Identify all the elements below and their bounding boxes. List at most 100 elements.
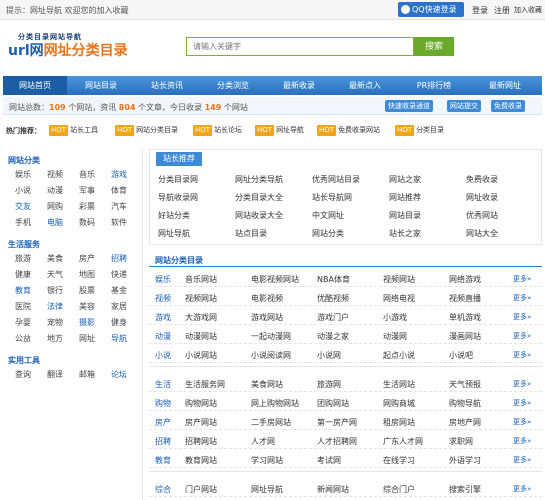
site-link[interactable]: 房产网站: [185, 417, 217, 428]
site-link[interactable]: NBA体育: [317, 274, 350, 285]
nav-latest[interactable]: 最新收录: [267, 76, 331, 95]
category-name[interactable]: 房产: [155, 417, 171, 428]
site-link[interactable]: 网上购物网站: [251, 398, 299, 409]
search-button[interactable]: 搜索: [414, 37, 454, 56]
sidebar-item[interactable]: 交友: [15, 201, 31, 212]
sidebar-item[interactable]: 数码: [79, 217, 95, 228]
site-link[interactable]: 外语学习: [449, 455, 481, 466]
site-link[interactable]: 购物导航: [449, 398, 481, 409]
site-link[interactable]: 网络游戏: [449, 274, 481, 285]
sidebar-item[interactable]: 美容: [79, 301, 95, 312]
site-link[interactable]: 电影视频网站: [251, 274, 299, 285]
hot-chip[interactable]: HOT 站长工具: [49, 125, 98, 136]
site-link[interactable]: 租房网站: [383, 417, 415, 428]
category-name[interactable]: 教育: [155, 455, 171, 466]
site-logo[interactable]: 分类目录网站导航 url网网址分类目录: [8, 32, 148, 60]
site-link[interactable]: 小说阅读网: [251, 350, 291, 361]
site-link[interactable]: 求职网: [449, 436, 473, 447]
recommend-link[interactable]: 站点目录: [235, 228, 267, 239]
sidebar-item[interactable]: 银行: [47, 285, 63, 296]
sidebar-item[interactable]: 地图: [79, 269, 95, 280]
site-link[interactable]: 游戏网站: [251, 312, 283, 323]
category-name[interactable]: 视频: [155, 293, 171, 304]
sidebar-item[interactable]: 法律: [47, 301, 63, 312]
nav-news[interactable]: 站长资讯: [135, 76, 199, 95]
recommend-link[interactable]: 优秀网站: [466, 210, 503, 221]
site-link[interactable]: 搜索引擎: [449, 484, 481, 495]
hot-chip[interactable]: HOT 站长论坛: [193, 125, 242, 136]
more-link[interactable]: 更多»: [513, 331, 531, 341]
more-link[interactable]: 更多»: [513, 350, 531, 360]
site-link[interactable]: 优酷视频: [317, 293, 349, 304]
more-link[interactable]: 更多»: [513, 274, 531, 284]
site-link[interactable]: 大游戏网: [185, 312, 217, 323]
site-link[interactable]: 团购网站: [317, 398, 349, 409]
site-link[interactable]: 购物网站: [185, 398, 217, 409]
free-submit-button[interactable]: 免费收录: [491, 100, 525, 112]
site-link[interactable]: 音乐网站: [185, 274, 217, 285]
site-link[interactable]: 漫画网站: [449, 331, 481, 342]
site-link[interactable]: 起点小说: [383, 350, 415, 361]
site-link[interactable]: 门户网站: [185, 484, 217, 495]
sidebar-item[interactable]: 小说: [15, 185, 31, 196]
category-name[interactable]: 综合: [155, 484, 171, 495]
site-link[interactable]: 电影视频: [251, 293, 283, 304]
qq-login-button[interactable]: QQ快速登录: [398, 2, 464, 17]
nav-pr-rank[interactable]: PR排行榜: [399, 76, 469, 95]
more-link[interactable]: 更多»: [513, 436, 531, 446]
more-link[interactable]: 更多»: [513, 293, 531, 303]
recommend-link[interactable]: 站长导航网: [312, 192, 357, 203]
category-name[interactable]: 动漫: [155, 331, 171, 342]
site-link[interactable]: 天气预报: [449, 379, 481, 390]
recommend-link[interactable]: 中文网址: [312, 210, 349, 221]
sidebar-item[interactable]: 体育: [111, 185, 127, 196]
site-link[interactable]: 动漫之家: [317, 331, 349, 342]
recommend-link[interactable]: 分类目录大全: [235, 192, 283, 203]
category-name[interactable]: 招聘: [155, 436, 171, 447]
sidebar-item[interactable]: 房产: [79, 253, 95, 264]
recommend-link[interactable]: 免费收录: [466, 174, 503, 185]
site-link[interactable]: 视频网站: [383, 274, 415, 285]
site-link[interactable]: 综合门户: [383, 484, 415, 495]
sidebar-item[interactable]: 公益: [15, 333, 31, 344]
recommend-link[interactable]: 好站分类: [158, 210, 195, 221]
sidebar-item[interactable]: 论坛: [111, 369, 127, 380]
category-name[interactable]: 娱乐: [155, 274, 171, 285]
hot-chip[interactable]: HOT 网址导航: [255, 125, 304, 136]
recommend-link[interactable]: 网站推荐: [389, 192, 421, 203]
recommend-link[interactable]: 站长之家: [389, 228, 421, 239]
category-name[interactable]: 生活: [155, 379, 171, 390]
sidebar-item[interactable]: 彩票: [79, 201, 95, 212]
sidebar-item[interactable]: 翻译: [47, 369, 63, 380]
site-link[interactable]: 网购商城: [383, 398, 415, 409]
sidebar-item[interactable]: 音乐: [79, 169, 95, 180]
sidebar-item[interactable]: 家居: [111, 301, 127, 312]
recommend-link[interactable]: 网站之家: [389, 174, 421, 185]
more-link[interactable]: 更多»: [513, 484, 531, 494]
login-link[interactable]: 登录: [472, 5, 488, 16]
site-link[interactable]: 网络电视: [383, 293, 415, 304]
recommend-link[interactable]: 导航收录网: [158, 192, 203, 203]
hot-chip[interactable]: HOT 免费收录网站: [317, 125, 380, 136]
sidebar-item[interactable]: 游戏: [111, 169, 127, 180]
sidebar-item[interactable]: 天气: [47, 269, 63, 280]
search-input[interactable]: [187, 38, 413, 55]
sidebar-item[interactable]: 网址: [79, 333, 95, 344]
site-link[interactable]: 网址导航: [251, 484, 283, 495]
sidebar-item[interactable]: 宠物: [47, 317, 63, 328]
site-link[interactable]: 视频直播: [449, 293, 481, 304]
category-name[interactable]: 小说: [155, 350, 171, 361]
site-link[interactable]: 旅游网: [317, 379, 341, 390]
sidebar-item[interactable]: 地方: [47, 333, 63, 344]
nav-categories[interactable]: 分类浏览: [201, 76, 265, 95]
site-link[interactable]: 招聘网站: [185, 436, 217, 447]
sidebar-item[interactable]: 手机: [15, 217, 31, 228]
recommend-link[interactable]: 网址分类导航: [235, 174, 283, 185]
recommend-link[interactable]: 分类目录网: [158, 174, 203, 185]
nav-latest-clicks[interactable]: 最新点入: [333, 76, 397, 95]
site-link[interactable]: 教育网站: [185, 455, 217, 466]
sidebar-item[interactable]: 动漫: [47, 185, 63, 196]
site-link[interactable]: 小说网: [317, 350, 341, 361]
sidebar-item[interactable]: 教育: [15, 285, 31, 296]
site-link[interactable]: 一起动漫网: [251, 331, 291, 342]
